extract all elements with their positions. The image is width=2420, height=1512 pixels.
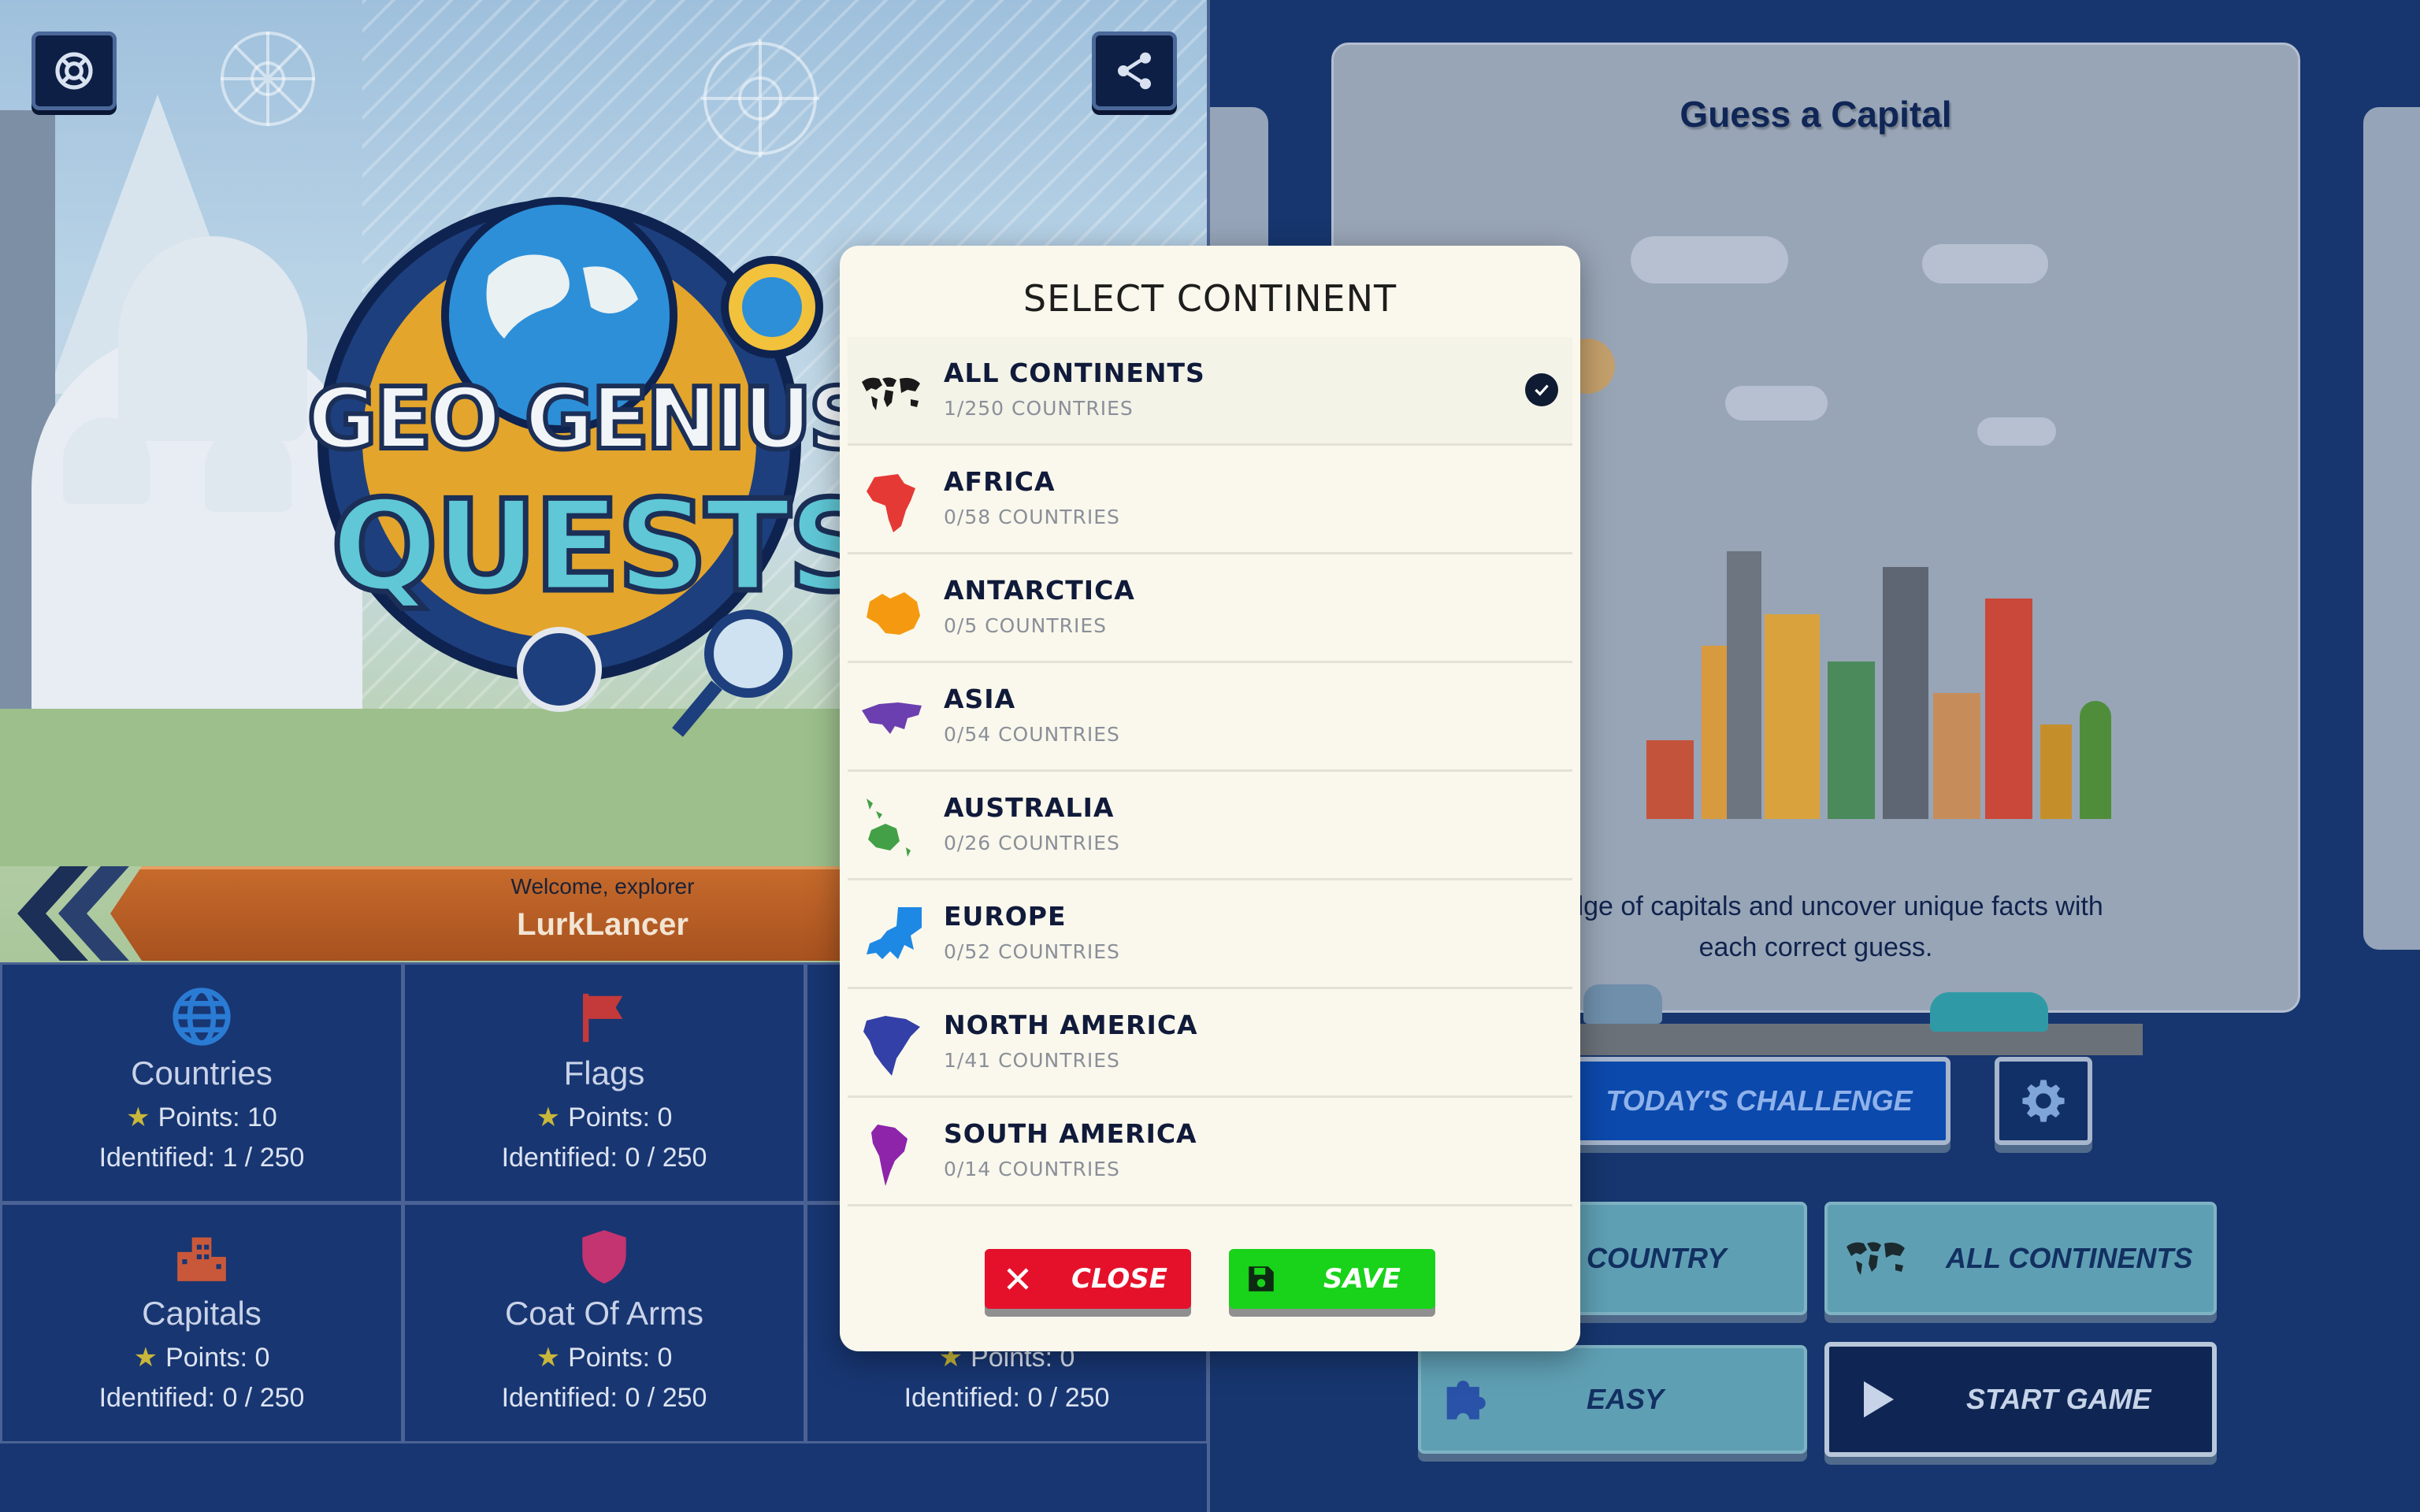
welcome-label: Welcome, explorer [510,874,695,899]
star-icon: ★ [126,1102,150,1132]
continent-name: NORTH AMERICA [944,1010,1198,1040]
city-illustration [1560,236,2143,1055]
continent-select-button[interactable]: ALL CONTINENTS [1824,1202,2217,1315]
continent-option-australia[interactable]: AUSTRALIA 0/26 COUNTRIES [848,772,1572,880]
logo-title-line2: QUESTS [331,472,867,620]
close-label: CLOSE [1071,1263,1168,1295]
star-icon: ★ [133,1343,158,1373]
stat-points: ★ Points: 0 [536,1102,673,1132]
car-illustration [1930,992,2048,1032]
continent-name: ANTARCTICA [944,575,1135,606]
stat-card-capitals[interactable]: Capitals ★ Points: 0 Identified: 0 / 250 [0,1203,403,1443]
antarctica-map-icon [867,592,920,635]
car-illustration [1583,984,1662,1024]
continent-count: 0/5 COUNTRIES [944,614,1107,637]
save-label: SAVE [1323,1263,1401,1295]
continent-option-south-america[interactable]: SOUTH AMERICA 0/14 COUNTRIES [848,1098,1572,1206]
floppy-disk-icon [1249,1266,1274,1292]
continent-name: EUROPE [944,901,1067,932]
continent-option-europe[interactable]: EUROPE 0/52 COUNTRIES [848,880,1572,989]
play-icon [1864,1381,1894,1418]
continent-option-africa[interactable]: AFRICA 0/58 COUNTRIES [848,446,1572,554]
city-icon [177,1237,226,1281]
continent-count: 0/52 COUNTRIES [944,940,1120,963]
world-map-icon [1847,1242,1905,1275]
settings-button[interactable] [1995,1057,2092,1145]
select-continent-dialog: SELECT CONTINENT ALL CONTINENTS 1/250 CO… [840,246,1580,1351]
north-america-map-icon [863,1016,920,1076]
asia-map-icon [862,702,922,734]
continent-option-asia[interactable]: ASIA 0/54 COUNTRIES [848,663,1572,772]
check-icon [1525,373,1558,406]
stat-title: Countries [131,1054,273,1091]
gear-icon [2022,1080,2065,1122]
compass-ornament-icon [221,32,315,126]
todays-challenge-button[interactable]: TODAY'S CHALLENGE [1568,1057,1950,1145]
stat-points: ★ Points: 0 [536,1343,673,1373]
continent-name: AFRICA [944,466,1056,497]
australia-map-icon [867,799,911,857]
stat-title: Coat Of Arms [504,1295,704,1332]
continent-count: 1/41 COUNTRIES [944,1049,1120,1072]
continent-name: SOUTH AMERICA [944,1118,1197,1149]
start-game-button[interactable]: START GAME [1824,1342,2217,1457]
stat-card-coat-of-arms[interactable]: Coat Of Arms ★ Points: 0 Identified: 0 / … [403,1203,806,1443]
shield-icon [582,1230,626,1284]
world-map-icon [862,377,920,410]
stat-card-countries[interactable]: Countries ★ Points: 10 Identified: 1 / 25… [0,962,403,1203]
continent-option-antarctica[interactable]: ANTARCTICA 0/5 COUNTRIES [848,554,1572,663]
continent-count: 0/54 COUNTRIES [944,723,1120,746]
south-america-map-icon [871,1125,908,1186]
logo-title-line1: GEO GENIUS [307,370,872,469]
difficulty-button[interactable]: EASY [1418,1345,1807,1454]
star-icon: ★ [536,1343,561,1373]
flag-icon [583,993,623,1043]
share-button[interactable] [1092,32,1177,110]
continent-option-all[interactable]: ALL CONTINENTS 1/250 COUNTRIES [848,337,1572,446]
globe-icon [173,988,231,1046]
stat-identified: Identified: 1 / 250 [98,1143,305,1173]
dialog-title: SELECT CONTINENT [1023,277,1397,320]
continent-name: ASIA [944,684,1016,714]
stat-identified: Identified: 0 / 250 [501,1143,707,1173]
continent-name: AUSTRALIA [944,792,1115,823]
player-name: LurkLancer [517,907,689,942]
continent-option-north-america[interactable]: NORTH AMERICA 1/41 COUNTRIES [848,989,1572,1098]
puzzle-piece-icon [1446,1380,1486,1420]
stat-title: Capitals [142,1295,262,1332]
save-button[interactable]: SAVE [1229,1249,1435,1309]
compass-ornament-icon [701,39,819,158]
stat-identified: Identified: 0 / 250 [501,1383,707,1413]
stat-title: Flags [563,1054,645,1091]
close-icon [1007,1268,1029,1290]
next-card-peek[interactable] [2363,107,2420,950]
star-icon: ★ [536,1102,561,1132]
europe-map-icon [867,907,922,959]
continent-count: 0/14 COUNTRIES [944,1158,1120,1180]
stat-points: ★ Points: 10 [126,1102,277,1132]
continent-name: ALL CONTINENTS [944,358,1205,388]
continent-count: 0/26 COUNTRIES [944,832,1120,854]
stat-points: ★ Points: 0 [133,1343,270,1373]
stat-card-flags[interactable]: Flags ★ Points: 0 Identified: 0 / 250 [403,962,806,1203]
lifebuoy-icon [55,52,93,90]
close-button[interactable]: CLOSE [985,1249,1191,1309]
continent-count: 0/58 COUNTRIES [944,506,1120,528]
share-icon [1118,52,1151,90]
continent-count: 1/250 COUNTRIES [944,397,1134,420]
support-button[interactable] [32,32,117,110]
stat-identified: Identified: 0 / 250 [98,1383,305,1413]
card-title: Guess a Capital [1680,94,1952,135]
stat-identified: Identified: 0 / 250 [904,1383,1110,1413]
africa-map-icon [867,474,915,532]
